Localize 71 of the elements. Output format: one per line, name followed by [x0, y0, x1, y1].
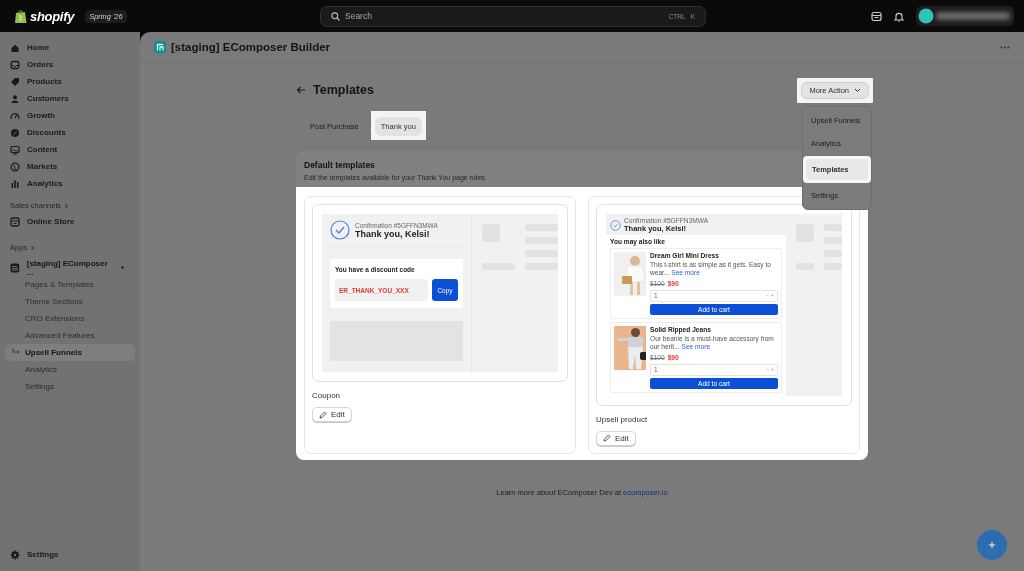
skeleton-line — [525, 237, 558, 244]
sidebar-item[interactable]: Settings — [5, 546, 135, 563]
template-name: Coupon — [312, 391, 342, 400]
pin-dot-icon — [121, 266, 124, 269]
bar-chart-icon — [10, 178, 20, 189]
skeleton-line — [525, 263, 558, 270]
bell-icon — [894, 10, 904, 22]
app-logo-icon — [10, 262, 20, 273]
sparkle-icon — [987, 540, 997, 550]
sidebar-subitem[interactable]: Advanced Features — [5, 327, 135, 344]
sidebar-subitem[interactable]: Theme Sections — [5, 293, 135, 310]
tag-icon — [10, 76, 20, 87]
app-logo-icon — [154, 41, 166, 53]
search-input[interactable]: Search — [345, 11, 664, 21]
assistant-button[interactable] — [977, 530, 1007, 560]
template-preview-card[interactable] — [596, 204, 852, 406]
sidebar-item[interactable]: Customers — [5, 90, 135, 107]
skeleton-line — [525, 250, 558, 257]
skeleton-line — [824, 237, 842, 244]
sidebar-item[interactable]: Products — [5, 73, 135, 90]
branch-arrow-icon — [12, 348, 21, 356]
sidebar-subitem[interactable]: Upsell Funnels — [5, 344, 135, 361]
badge-icon — [10, 127, 20, 138]
pencil-icon — [603, 434, 611, 443]
sidebar-item[interactable]: Home — [5, 39, 135, 56]
image-icon — [10, 144, 20, 155]
store-icon — [871, 10, 882, 22]
card-title: Default templates — [304, 160, 376, 170]
sidebar-item[interactable]: Online Store — [5, 213, 135, 230]
stepper-icon — [766, 368, 774, 372]
skeleton-line — [525, 224, 558, 231]
edit-button[interactable]: Edit — [312, 407, 352, 422]
skeleton-line — [824, 250, 842, 257]
template-name: Upsell product — [596, 414, 649, 424]
back-arrow-icon[interactable] — [296, 86, 306, 94]
skeleton-line — [824, 263, 842, 270]
thank-you-heading: Thank you, Kelsi! — [355, 228, 431, 239]
store-icon — [10, 216, 20, 227]
page-title: Templates — [313, 83, 374, 97]
inbox-icon — [10, 59, 20, 70]
edit-button[interactable]: Edit — [596, 430, 636, 446]
sidebar-item[interactable]: Orders — [5, 56, 135, 73]
check-circle-icon — [610, 219, 621, 231]
check-circle-icon — [330, 220, 350, 240]
skeleton-line — [824, 224, 842, 231]
sidebar-item[interactable]: Markets — [5, 158, 135, 175]
app-name[interactable]: [staging] EComposer ... — [26, 258, 115, 277]
sidebar-item[interactable]: Growth — [5, 107, 135, 124]
search-icon — [331, 11, 340, 21]
chevron-right-icon — [30, 244, 36, 251]
sidebar-subitem[interactable]: Analytics — [5, 361, 135, 378]
sidebar-item[interactable]: Analytics — [5, 175, 135, 192]
chevron-right-icon — [63, 202, 69, 209]
more-options-icon[interactable] — [1000, 45, 1010, 49]
sidebar-subitem[interactable]: Settings — [5, 378, 135, 395]
sidebar-item[interactable]: Content — [5, 141, 135, 158]
shopping-bag-icon — [14, 8, 27, 24]
avatar-icon — [918, 8, 934, 24]
logo-text: shopify — [30, 8, 75, 24]
settings-icon — [10, 549, 20, 560]
stepper-icon — [766, 294, 774, 298]
globe-icon — [10, 161, 20, 172]
app-title: [staging] EComposer Builder — [171, 41, 331, 53]
sidebar-subitem[interactable]: Pages & Templates — [5, 276, 135, 293]
sidebar-item[interactable]: Discounts — [5, 124, 135, 141]
house-icon — [10, 42, 20, 53]
person-icon — [10, 93, 20, 104]
gauge-icon — [10, 110, 20, 121]
pencil-icon — [319, 410, 327, 419]
chevron-up-icon — [854, 87, 861, 93]
account-menu[interactable] — [916, 6, 1014, 26]
